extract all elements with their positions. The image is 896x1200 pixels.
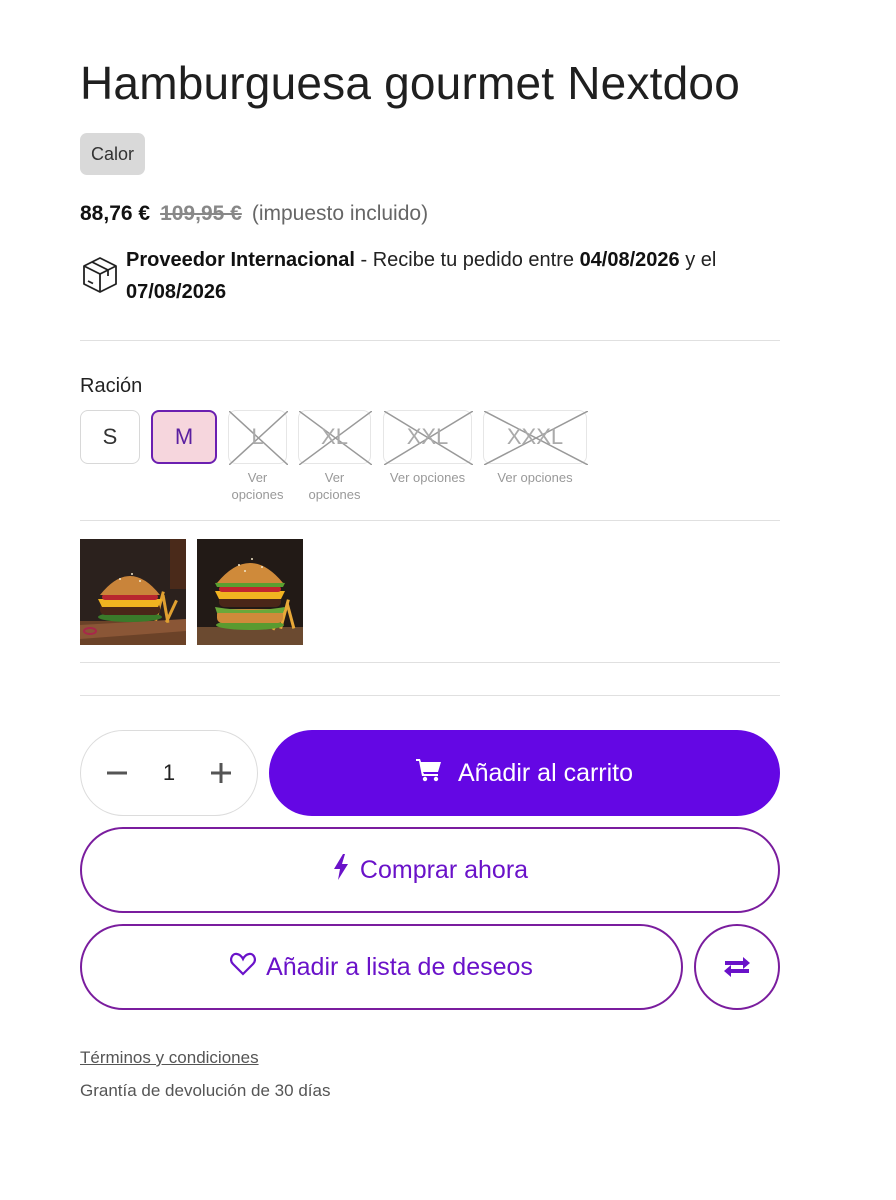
compare-arrows-icon: [723, 955, 751, 979]
heart-icon: [230, 952, 266, 983]
product-badge: Calor: [80, 133, 146, 175]
old-price: 109,95 €: [160, 202, 242, 225]
terms-link[interactable]: Términos y condiciones: [80, 1048, 259, 1068]
divider: [80, 340, 780, 341]
product-thumbnails: [80, 539, 303, 645]
product-title: Hamburguesa gourmet Nextdoo: [80, 57, 740, 109]
compare-button[interactable]: [694, 924, 780, 1010]
shipping-provider: Proveedor Internacional: [126, 249, 355, 271]
size-option-xxxl[interactable]: XXXL: [483, 410, 588, 465]
add-to-cart-button[interactable]: Añadir al carrito: [269, 730, 780, 816]
size-option-xxxl-note[interactable]: Ver opciones: [483, 469, 587, 486]
shipping-date-from: 04/08/2026: [579, 249, 680, 271]
shipping-text-2: y el: [679, 249, 717, 271]
size-option-xxl-note[interactable]: Ver opciones: [383, 469, 472, 486]
current-price: 88,76 €: [80, 202, 151, 225]
size-option-l[interactable]: L: [228, 410, 288, 465]
shipping-info: Proveedor Internacional - Recibe tu pedi…: [80, 244, 780, 308]
quantity-stepper: 1: [80, 730, 258, 816]
size-option-l-note[interactable]: Ver opciones: [228, 469, 287, 503]
variant-label: Ración: [80, 375, 143, 397]
shipping-text-1: - Recibe tu pedido entre: [354, 249, 580, 271]
add-to-wishlist-button[interactable]: Añadir a lista de deseos: [80, 924, 683, 1010]
minus-icon[interactable]: [103, 759, 131, 787]
size-option-xl[interactable]: XL: [298, 410, 372, 465]
returns-note: Grantía de devolución de 30 días: [80, 1081, 331, 1100]
size-option-xl-note[interactable]: Ver opciones: [298, 469, 371, 503]
quantity-value[interactable]: 1: [163, 760, 175, 786]
box-icon: [80, 254, 120, 294]
size-option-s[interactable]: S: [80, 410, 140, 464]
burger-thumbnail-2[interactable]: [197, 539, 303, 645]
price-row: 88,76 € 109,95 € (impuesto incluido): [80, 202, 428, 226]
buy-now-button[interactable]: Comprar ahora: [80, 827, 780, 913]
divider: [80, 695, 780, 696]
shipping-date-to: 07/08/2026: [126, 281, 227, 303]
plus-icon[interactable]: [207, 759, 235, 787]
divider: [80, 662, 780, 663]
size-option-m[interactable]: M: [151, 410, 217, 464]
burger-thumbnail-1[interactable]: [80, 539, 186, 645]
size-option-xxl[interactable]: XXL: [383, 410, 473, 465]
shipping-text: Proveedor Internacional - Recibe tu pedi…: [126, 244, 780, 308]
buy-now-label: Comprar ahora: [359, 855, 529, 884]
wishlist-label: Añadir a lista de deseos: [266, 952, 533, 981]
bolt-icon: [332, 853, 360, 887]
tax-note: (impuesto incluido): [251, 202, 429, 225]
divider: [80, 520, 780, 521]
cart-icon: [415, 758, 458, 789]
add-to-cart-label: Añadir al carrito: [457, 758, 634, 787]
